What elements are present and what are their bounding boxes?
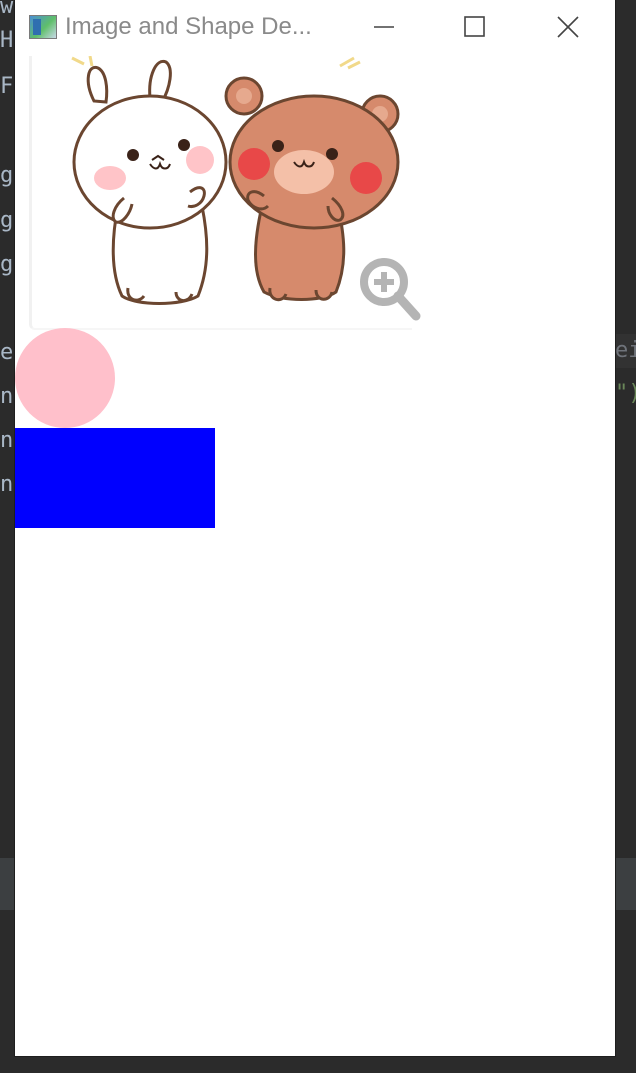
zoom-in-icon[interactable]	[354, 252, 424, 322]
title-bar[interactable]: Image and Shape De...	[15, 0, 615, 56]
blue-rectangle-shape	[15, 428, 215, 528]
background-code-fragment: g	[0, 254, 14, 276]
maximize-icon	[464, 16, 485, 37]
background-panel-strip	[615, 858, 636, 910]
background-code-fragment: n	[0, 474, 14, 496]
background-code-fragment: g	[0, 165, 14, 187]
background-code-fragment: ")	[615, 383, 636, 405]
maximize-button[interactable]	[452, 8, 498, 46]
background-code-fragment: e	[0, 342, 14, 364]
background-code-fragment: n	[0, 386, 14, 408]
pink-circle-shape	[15, 328, 115, 428]
background-panel-strip	[0, 858, 15, 910]
background-code-fragment: g	[0, 210, 14, 232]
minimize-icon	[374, 26, 394, 28]
background-code-fragment: w	[0, 0, 14, 18]
app-window: Image and Shape De...	[15, 0, 615, 1056]
app-window-icon	[29, 15, 57, 39]
background-code-fragment: H	[0, 30, 14, 52]
image-display	[29, 56, 421, 330]
background-code-fragment: eig	[615, 340, 636, 362]
background-code-fragment: F	[0, 76, 14, 98]
background-code-fragment: n	[0, 430, 14, 452]
window-title: Image and Shape De...	[65, 13, 312, 40]
close-icon	[557, 16, 579, 38]
close-button[interactable]	[545, 8, 591, 46]
minimize-button[interactable]	[361, 8, 407, 46]
